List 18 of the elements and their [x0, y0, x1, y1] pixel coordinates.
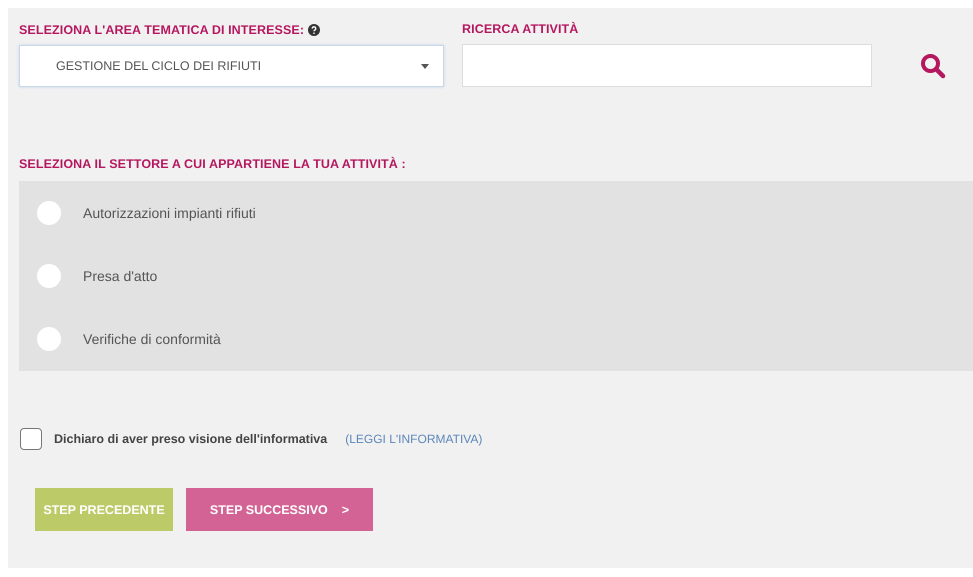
search-label: RICERCA ATTIVITÀ [462, 22, 580, 36]
area-select[interactable]: GESTIONE DEL CICLO DEI RIFIUTI [19, 45, 444, 87]
option-label[interactable]: Presa d'atto [83, 268, 158, 284]
next-step-button[interactable]: STEP SUCCESSIVO > [186, 488, 373, 531]
privacy-link[interactable]: (LEGGI L'INFORMATIVA) [345, 432, 482, 446]
consent-checkbox[interactable] [20, 428, 42, 450]
consent-label: Dichiaro di aver preso visione dell'informativa [54, 432, 328, 446]
help-icon[interactable] [308, 24, 320, 36]
sector-label: SELEZIONA IL SETTORE A CUI APPARTIENE LA TUA ATTIVITÀ : [19, 157, 406, 171]
option-label[interactable]: Verifiche di conformità [83, 331, 221, 348]
radio-button[interactable] [37, 327, 61, 352]
radio-button[interactable] [37, 264, 61, 288]
caret-icon [421, 64, 429, 68]
search-field[interactable] [462, 44, 872, 87]
area-label: SELEZIONA L'AREA TEMATICA DI INTERESSE: [19, 23, 304, 37]
search-icon[interactable] [920, 53, 946, 79]
radio-button[interactable] [37, 200, 61, 225]
option-label[interactable]: Autorizzazioni impianti rifiuti [83, 204, 256, 221]
